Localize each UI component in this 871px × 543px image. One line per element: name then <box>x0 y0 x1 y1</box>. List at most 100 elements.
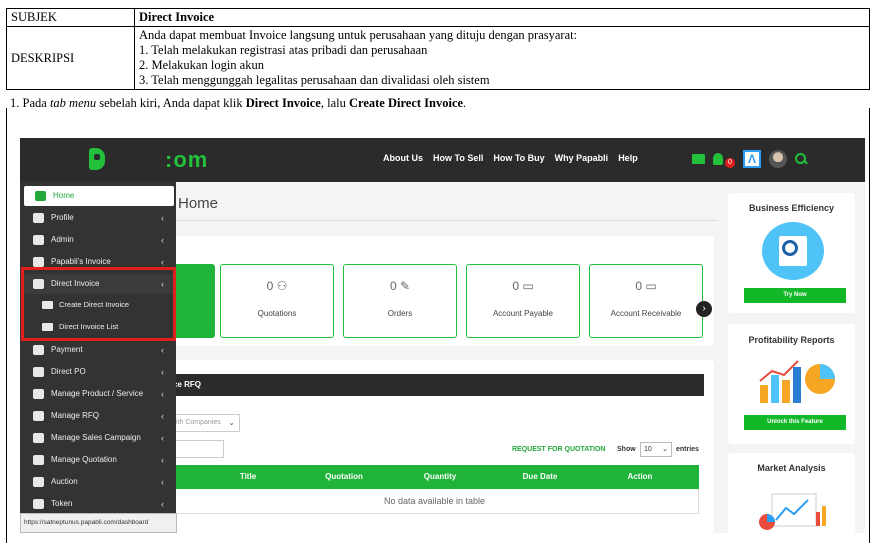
stat-count: 0 ⚇ <box>266 279 288 293</box>
market-analysis-icon <box>759 493 826 530</box>
stat-card-orders[interactable]: 0 ✎ Orders <box>343 264 457 338</box>
step-create-direct-invoice: Create Direct Invoice <box>348 96 464 110</box>
column-header[interactable]: Quotation <box>298 465 390 489</box>
highlight-box <box>21 267 176 341</box>
business-efficiency-icon <box>762 222 824 280</box>
stat-card-account-payable[interactable]: 0 ▭ Account Payable <box>466 264 580 338</box>
stat-count: 0 ▭ <box>635 279 657 293</box>
sidebar-item-manage-rfq[interactable]: Manage RFQ ‹ <box>22 406 174 426</box>
search-icon[interactable] <box>795 153 807 165</box>
stat-card-partial[interactable] <box>170 264 215 338</box>
nav-how-to-sell[interactable]: How To Sell <box>433 153 483 163</box>
description-value: Anda dapat membuat Invoice langsung untu… <box>134 26 870 90</box>
stat-count: 0 ▭ <box>512 279 534 293</box>
sidebar-item-manage-quotation[interactable]: Manage Quotation ‹ <box>22 450 174 470</box>
sidebar-item-profile[interactable]: Profile ‹ <box>22 208 174 228</box>
try-now-button[interactable]: Try Now <box>744 288 846 303</box>
list-icon <box>33 389 44 399</box>
rfq-header: ce RFQ <box>170 374 704 396</box>
document-table: SUBJEK Direct Invoice DESKRIPSI Anda dap… <box>6 8 870 90</box>
notification-badge: 0 <box>725 158 735 168</box>
next-arrow-button[interactable]: › <box>696 301 712 317</box>
chevron-left-icon: ‹ <box>161 499 164 509</box>
stat-card-quotations[interactable]: 0 ⚇ Quotations <box>220 264 334 338</box>
avatar[interactable] <box>769 150 787 168</box>
payment-icon <box>33 345 44 355</box>
sidebar-item-home[interactable]: Home <box>24 186 174 206</box>
sidebar-item-label: Token <box>51 499 73 508</box>
card-title: Profitability Reports <box>748 335 835 345</box>
sidebar-item-auction[interactable]: Auction ‹ <box>22 472 174 492</box>
chevron-left-icon: ‹ <box>161 433 164 443</box>
user-icon <box>33 213 44 223</box>
step-tab-menu: tab menu <box>49 96 97 110</box>
chevron-left-icon: ‹ <box>161 367 164 377</box>
list-icon <box>33 477 44 487</box>
description-line: Anda dapat membuat Invoice langsung untu… <box>139 28 578 42</box>
sidebar-item-label: Manage Product / Service <box>51 389 144 398</box>
divider <box>170 220 718 221</box>
description-line: 2. Melakukan login akun <box>139 58 264 72</box>
top-navbar: :om About Us How To Sell How To Buy Why … <box>20 138 865 182</box>
sidebar-item-admin[interactable]: Admin ‹ <box>22 230 174 250</box>
stat-label: Orders <box>387 309 413 318</box>
entries-select[interactable]: 10 ⌄ <box>640 442 672 457</box>
request-for-quotation-link[interactable]: REQUEST FOR QUOTATION <box>512 446 605 453</box>
description-line: 1. Telah melakukan registrasi atas priba… <box>139 43 428 57</box>
column-header[interactable]: Title <box>198 465 298 489</box>
nav-why-papabli[interactable]: Why Papabli <box>555 153 609 163</box>
logo-text[interactable]: :om <box>165 147 208 173</box>
step-text: sebelah kiri, Anda dapat klik <box>96 96 246 110</box>
profitability-chart-icon <box>759 360 835 403</box>
page-title: Home <box>178 195 219 212</box>
table-border-right <box>869 108 870 543</box>
stat-count: 0 ✎ <box>389 279 411 293</box>
nav-help[interactable]: Help <box>618 153 638 163</box>
step-instruction: 1. Pada tab menu sebelah kiri, Anda dapa… <box>10 96 466 111</box>
chevron-down-icon: ⌄ <box>228 418 235 427</box>
subject-label: SUBJEK <box>6 8 135 27</box>
card-title: Business Efficiency <box>748 203 835 213</box>
search-input[interactable] <box>170 440 224 458</box>
mail-icon[interactable] <box>692 154 705 164</box>
chevron-down-icon: ⌄ <box>662 446 668 453</box>
stat-card-account-receivable[interactable]: 0 ▭ Account Receivable <box>589 264 703 338</box>
step-text: 1. Pada <box>10 96 50 110</box>
chevron-left-icon: ‹ <box>161 213 164 223</box>
table-empty-row: No data available in table <box>170 489 699 514</box>
list-icon <box>33 455 44 465</box>
sidebar-item-token[interactable]: Token ‹ <box>22 494 174 514</box>
sidebar-item-label: Auction <box>51 477 78 486</box>
list-icon <box>33 411 44 421</box>
logo-icon[interactable] <box>89 148 105 170</box>
sidebar-item-direct-po[interactable]: Direct PO ‹ <box>22 362 174 382</box>
list-icon <box>33 433 44 443</box>
nav-about-us[interactable]: About Us <box>383 153 423 163</box>
unlock-feature-button[interactable]: Unlock this Feature <box>744 415 846 430</box>
nav-links: About Us How To Sell How To Buy Why Papa… <box>383 153 638 163</box>
sidebar-item-label: Papabli's Invoice <box>51 257 111 266</box>
column-header[interactable]: Quantity <box>390 465 490 489</box>
sidebar-item-label: Direct PO <box>51 367 86 376</box>
bell-icon[interactable] <box>713 153 723 165</box>
step-text: . <box>463 96 467 110</box>
status-bar-url: https://satneptunus.papabli.com/dashboar… <box>20 513 177 533</box>
nav-how-to-buy[interactable]: How To Buy <box>493 153 544 163</box>
company-select[interactable]: ith Companies ⌄ <box>170 414 240 432</box>
entries-label: entries <box>676 446 699 453</box>
table-header: Title Quotation Quantity Due Date Action <box>170 465 699 489</box>
home-icon <box>33 235 44 245</box>
top-icons: 0 Λ <box>692 150 807 168</box>
app-switcher-icon[interactable]: Λ <box>743 150 761 168</box>
step-direct-invoice: Direct Invoice <box>245 96 321 110</box>
sidebar: Home Profile ‹ Admin ‹ Papabli's Invoice ‹ … <box>20 182 176 533</box>
sidebar-item-label: Manage Quotation <box>51 455 117 464</box>
chevron-left-icon: ‹ <box>161 389 164 399</box>
sidebar-item-label: Payment <box>51 345 83 354</box>
column-header[interactable]: Action <box>590 465 690 489</box>
sidebar-item-payment[interactable]: Payment ‹ <box>22 340 174 360</box>
sidebar-item-manage-product-service[interactable]: Manage Product / Service ‹ <box>22 384 174 404</box>
column-header[interactable]: Due Date <box>490 465 590 489</box>
sidebar-item-manage-sales-campaign[interactable]: Manage Sales Campaign ‹ <box>22 428 174 448</box>
sidebar-item-label: Home <box>53 191 75 200</box>
